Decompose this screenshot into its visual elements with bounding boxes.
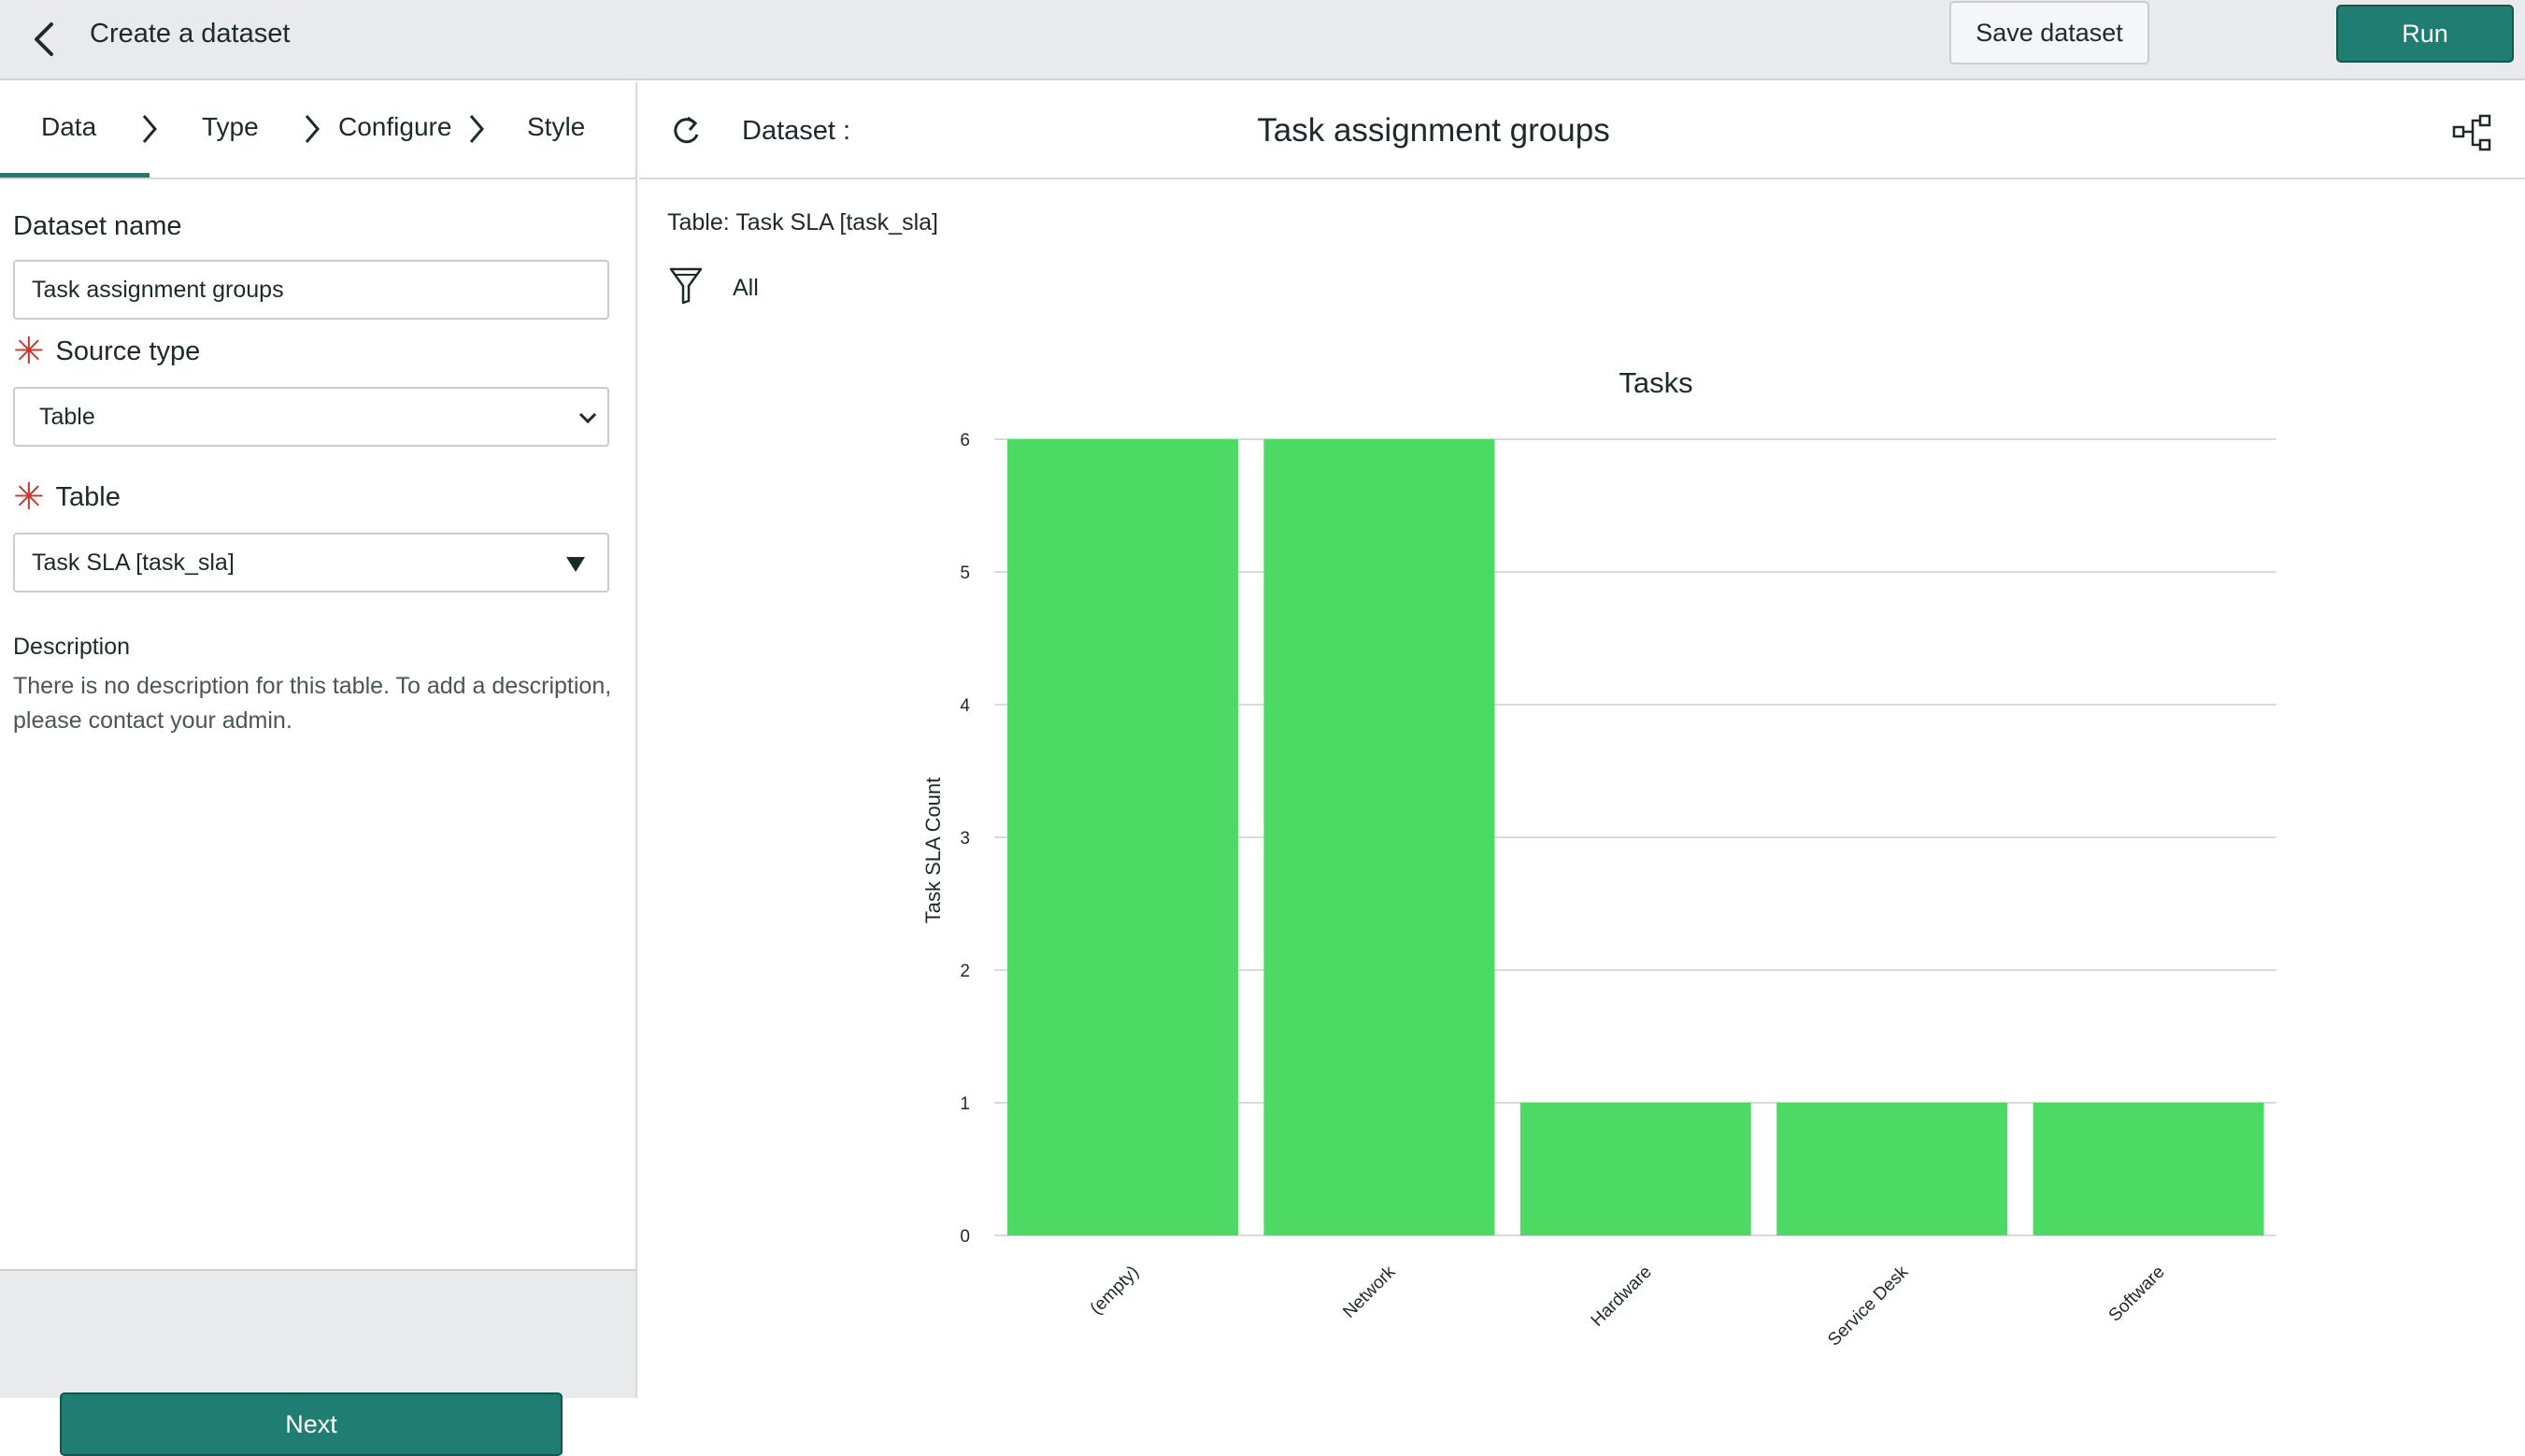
bar [1519, 1103, 1751, 1235]
preview-panel: Dataset : Task assignment groups Table: … [639, 82, 2525, 1398]
step-type[interactable]: Type [202, 112, 259, 142]
chart-title: Tasks [1619, 366, 1692, 399]
y-tick-label: 2 [960, 962, 970, 981]
top-bar: Create a dataset Save dataset Run [0, 0, 2525, 80]
x-tick-label: Software [2105, 1263, 2169, 1326]
source-type-value: Table [39, 403, 95, 430]
table-label-text: Table [55, 481, 121, 512]
left-panel: Data Type Configure Style Dataset name T… [0, 82, 637, 1456]
step-style[interactable]: Style [527, 112, 585, 142]
bar [2033, 1103, 2264, 1235]
bar-chart: Tasks Task SLA Count 0 1 2 3 4 5 6 (empty) Network… [921, 366, 2276, 1350]
left-panel-footer: Next [0, 1269, 635, 1456]
table-value: Task SLA [task_sla] [32, 549, 235, 576]
save-dataset-button[interactable]: Save dataset [1949, 1, 2149, 64]
bar [1776, 1103, 2008, 1235]
y-tick-label: 1 [960, 1094, 970, 1114]
active-step-indicator [0, 173, 150, 178]
back-button[interactable] [22, 13, 67, 65]
description-text: There is no description for this table. … [13, 673, 612, 734]
step-navigation: Data Type Configure Style [0, 82, 637, 179]
caret-down-icon [566, 557, 585, 572]
source-type-label-text: Source type [55, 335, 201, 366]
run-button[interactable]: Run [2336, 5, 2514, 63]
bar [1007, 439, 1238, 1235]
chevron-right-icon [305, 115, 320, 143]
next-button[interactable]: Next [60, 1392, 563, 1456]
y-tick-label: 0 [960, 1227, 970, 1247]
required-icon: ✳ [13, 331, 45, 372]
source-type-select[interactable]: Table [13, 387, 609, 447]
dataset-name-input[interactable]: Task assignment groups [13, 260, 609, 320]
table-select[interactable]: Task SLA [task_sla] [13, 533, 609, 592]
y-tick-label: 3 [960, 829, 970, 849]
page-title: Create a dataset [90, 19, 291, 49]
chevron-down-icon [578, 412, 597, 424]
dataset-name-label: Dataset name [13, 211, 182, 241]
source-type-label: ✳ Source type [13, 333, 200, 370]
x-tick-label: Hardware [1588, 1263, 1656, 1331]
x-tick-label: Service Desk [1824, 1262, 1912, 1349]
x-tick-label: (empty) [1087, 1263, 1143, 1319]
table-label: ✳ Table [13, 478, 121, 516]
chevron-left-icon [35, 22, 53, 56]
step-configure[interactable]: Configure [338, 112, 451, 142]
required-icon: ✳ [13, 477, 45, 518]
step-data[interactable]: Data [41, 112, 96, 142]
chevron-right-icon [142, 115, 157, 143]
chevron-right-icon [469, 115, 484, 143]
y-tick-label: 6 [960, 431, 970, 450]
y-tick-label: 4 [960, 696, 970, 716]
description-title: Description [13, 634, 131, 660]
y-axis-label: Task SLA Count [921, 778, 945, 924]
bar [1263, 439, 1495, 1235]
x-tick-label: Network [1339, 1262, 1399, 1321]
y-tick-label: 5 [960, 564, 970, 583]
